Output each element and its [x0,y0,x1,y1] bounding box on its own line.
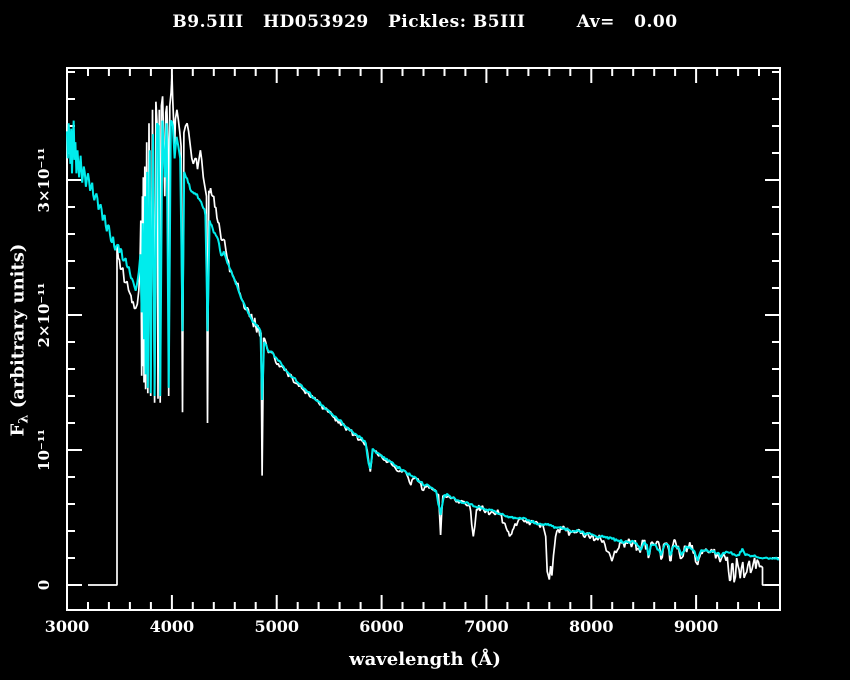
x-tick-label: 7000 [464,617,509,636]
y-tick-label: 10⁻¹¹ [35,429,53,471]
spectrum-plot-window: B9.5III HD053929 Pickles: B5III Av= 0.00… [0,0,850,680]
y-tick-label: 0 [35,580,53,590]
y-axis-label-lambda-subscript: λ [17,415,32,424]
y-axis-label: Fλ (arbitrary units) [8,244,29,437]
y-tick-label: 3×10⁻¹¹ [35,148,53,213]
y-axis-label-f: F [8,424,29,437]
x-tick-label: 8000 [569,617,614,636]
x-tick-label: 3000 [45,617,90,636]
y-axis-label-units: (arbitrary units) [8,244,29,415]
x-axis-label: wavelength (Å) [0,649,850,670]
y-tick-label: 2×10⁻¹¹ [35,283,53,348]
x-tick-label: 5000 [254,617,299,636]
x-tick-label: 6000 [359,617,404,636]
spectrum-chart [0,0,850,680]
x-tick-label: 4000 [150,617,195,636]
x-tick-label: 9000 [674,617,719,636]
